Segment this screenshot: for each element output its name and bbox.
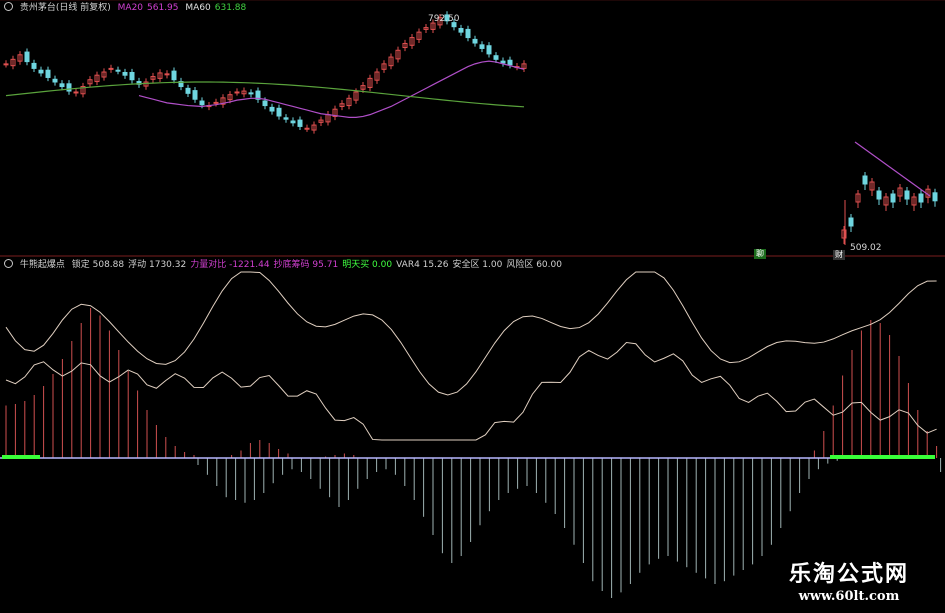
- indicator-legend-item: 抄底筹码 95.71: [273, 260, 339, 270]
- candle-body: [479, 44, 485, 49]
- indicator-name: 牛熊起爆点: [19, 260, 65, 270]
- candle-body: [918, 193, 924, 203]
- indicator-panel-legend: 牛熊起爆点 锁定 508.88 浮动 1730.32 力量对比 -1221.44 抄底…: [4, 259, 566, 271]
- indicator-legend-item: 明天买 0.00: [342, 260, 393, 270]
- candle-body: [122, 71, 128, 76]
- candle-body: [283, 117, 289, 120]
- indicator-legend-item: 力量对比 -1221.44: [190, 260, 270, 270]
- candle-body: [262, 100, 268, 107]
- candle-body: [876, 190, 882, 200]
- candle-body: [38, 69, 44, 74]
- low-price-label: 509.02: [850, 243, 882, 253]
- candle-body: [199, 100, 205, 106]
- price-panel-legend: 贵州茅台(日线 前复权) MA20 561.95 MA60 631.88: [4, 2, 250, 14]
- candle-body: [486, 45, 492, 55]
- ma20-line: [854, 141, 931, 197]
- price-panel-title: 贵州茅台(日线 前复权): [19, 3, 111, 13]
- indicator-legend-item: 浮动 1730.32: [128, 260, 187, 270]
- price-panel: [0, 0, 945, 257]
- candle-body: [458, 28, 464, 33]
- chart-stage: [0, 0, 945, 609]
- candle-body: [465, 28, 471, 39]
- event-flag-bottom: 财: [833, 250, 845, 260]
- watermark-title: 乐淘公式网: [788, 562, 909, 587]
- safe-zone-bar: [2, 455, 40, 459]
- watermark-url: www.60lt.com: [798, 589, 900, 604]
- candle-body: [472, 38, 478, 44]
- candle-body: [493, 55, 499, 60]
- candle-body: [185, 87, 191, 94]
- candle-body: [3, 63, 9, 66]
- candle-body: [31, 62, 37, 69]
- high-price-label: 792.50: [428, 14, 460, 24]
- candle-body: [297, 119, 303, 127]
- candle-body: [213, 101, 219, 104]
- candle-body: [115, 69, 121, 72]
- candle-body: [890, 193, 896, 203]
- indicator-legend-item: VAR4 15.26: [396, 260, 449, 270]
- candle-body: [904, 190, 910, 200]
- candle-body: [66, 83, 72, 92]
- candle-body: [108, 67, 114, 70]
- candle-body: [862, 175, 868, 185]
- ma20-value: 561.95: [147, 3, 179, 13]
- ma60-value: 631.88: [214, 3, 247, 13]
- candle-body: [45, 69, 51, 78]
- candle-body: [164, 73, 170, 76]
- candle-body: [269, 106, 275, 112]
- candle-body: [248, 92, 254, 95]
- settings-dot-icon[interactable]: [4, 2, 13, 11]
- candle-body: [129, 71, 135, 81]
- watermark: 乐淘公式网 www.60lt.com: [759, 561, 939, 605]
- ma20-label: MA20: [117, 3, 144, 13]
- ma20-line: [138, 60, 525, 118]
- candle-body: [52, 78, 58, 83]
- candle-body: [234, 91, 240, 94]
- candle-body: [73, 91, 79, 94]
- candle-body: [171, 70, 177, 81]
- ma60-label: MA60: [185, 3, 211, 13]
- candle-body: [192, 90, 198, 100]
- indicator-legend-item: 风险区 60.00: [506, 260, 562, 270]
- candle-body: [59, 83, 65, 88]
- candle-body: [290, 120, 296, 124]
- candle-body: [500, 60, 506, 64]
- chart-svg: [0, 0, 945, 598]
- safe-zone-bar: [830, 455, 935, 459]
- candle-body: [932, 192, 938, 202]
- candle-body: [304, 127, 310, 130]
- candle-body: [507, 59, 513, 66]
- indicator-settings-icon[interactable]: [4, 259, 13, 268]
- indicator-panel: [0, 271, 942, 598]
- indicator-legend-item: 安全区 1.00: [452, 260, 503, 270]
- candle-body: [276, 107, 282, 117]
- oscillator-line-a: [5, 271, 937, 396]
- candle-body: [848, 217, 854, 227]
- indicator-legend-item: 锁定 508.88: [71, 260, 125, 270]
- candle-body: [24, 51, 30, 63]
- event-flag-green: 聊: [754, 249, 766, 259]
